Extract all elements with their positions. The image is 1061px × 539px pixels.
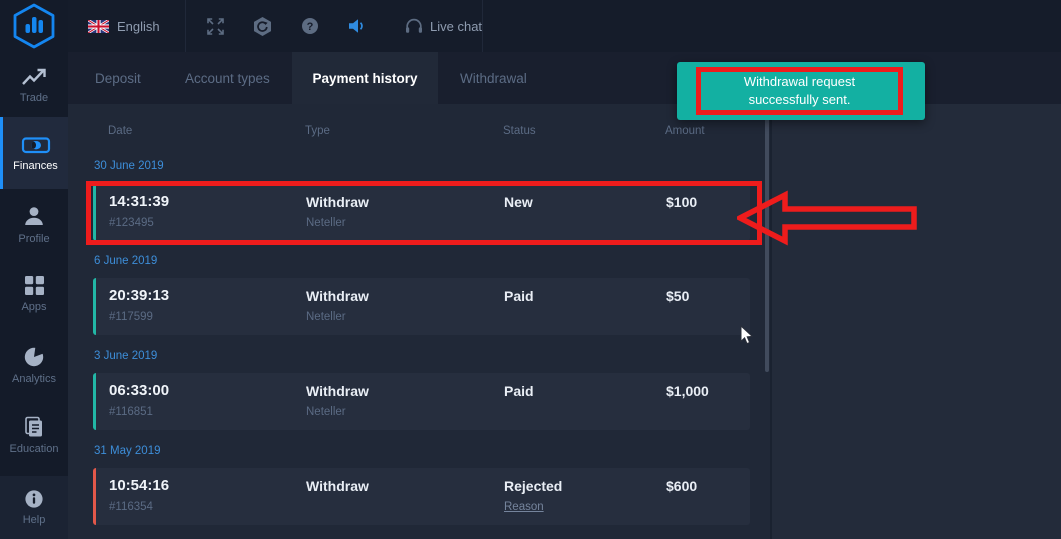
toast-highlight-annotation: Withdrawal request successfully sent. [696,67,903,115]
date-group-label: 3 June 2019 [94,350,157,362]
app-logo[interactable] [12,3,56,49]
sidebar: Trade Finances Profile [0,0,68,539]
payment-row[interactable]: 14:31:39 #123495 Withdraw Neteller New $… [93,184,750,241]
topbar: English ? [68,0,1061,52]
payment-amount: $50 [666,288,689,304]
panel-divider [770,104,772,539]
payment-id: #117599 [109,311,153,323]
cashback-button[interactable] [252,0,273,52]
logo-hexagon-icon [12,3,56,49]
speaker-icon [348,18,367,34]
sidebar-item-label: Profile [18,233,49,245]
toast-message: Withdrawal request successfully sent. [710,73,890,108]
language-label: English [117,19,160,34]
payment-time: 14:31:39 [109,193,169,210]
finances-icon [21,135,51,155]
col-header-date: Date [108,125,132,137]
sidebar-item-label: Finances [13,160,58,172]
col-header-amount: Amount [665,125,705,137]
trade-icon [21,67,47,87]
sidebar-item-profile[interactable]: Profile [0,193,68,255]
headset-icon [405,18,423,35]
payment-status: Rejected [504,478,562,494]
app-window: Trade Finances Profile [0,0,1061,539]
fullscreen-button[interactable] [207,0,224,52]
payment-id: #116851 [109,406,153,418]
payment-amount: $600 [666,478,697,494]
payment-type: Withdraw [306,383,369,399]
question-icon: ? [301,17,319,35]
topbar-divider [482,0,483,52]
analytics-icon [23,346,45,368]
sidebar-item-help[interactable]: Help [0,476,68,539]
payment-amount: $1,000 [666,383,709,399]
svg-text:?: ? [307,21,314,33]
sidebar-item-trade[interactable]: Trade [0,56,68,114]
sidebar-item-label: Help [23,514,46,526]
sidebar-item-label: Trade [20,92,48,104]
payment-type: Withdraw [306,194,369,210]
uk-flag-icon [88,20,109,33]
payment-time: 10:54:16 [109,477,169,494]
help-icon [24,489,44,509]
payment-status: Paid [504,383,534,399]
payment-status: New [504,194,533,210]
payment-history-panel: Date Type Status Amount 30 June 2019 14:… [68,104,770,539]
date-group-label: 31 May 2019 [94,445,161,457]
tab-payment-history[interactable]: Payment history [292,52,438,104]
payment-type: Withdraw [306,478,369,494]
apps-icon [24,275,45,296]
education-icon [23,416,45,438]
tab-deposit[interactable]: Deposit [95,52,141,104]
payment-method: Neteller [306,406,346,418]
sidebar-item-analytics[interactable]: Analytics [0,334,68,396]
payment-status: Paid [504,288,534,304]
payment-id: #123495 [109,217,154,229]
payment-row[interactable]: 06:33:00 #116851 Withdraw Neteller Paid … [93,373,750,430]
sidebar-item-label: Analytics [12,373,56,385]
payment-row[interactable]: 20:39:13 #117599 Withdraw Neteller Paid … [93,278,750,335]
col-header-status: Status [503,125,536,137]
sidebar-item-label: Apps [21,301,46,313]
payment-amount: $100 [666,194,697,210]
date-group-label: 6 June 2019 [94,255,157,267]
tab-withdrawal[interactable]: Withdrawal [460,52,527,104]
vertical-scrollbar[interactable] [765,112,769,372]
sidebar-item-label: Education [10,443,59,455]
rejection-reason-link[interactable]: Reason [504,501,544,513]
live-chat-label: Live chat [430,19,482,34]
payment-method: Neteller [306,217,346,229]
hexagon-refresh-icon [252,16,273,37]
payment-id: #116354 [109,501,153,513]
payment-type: Withdraw [306,288,369,304]
fullscreen-icon [207,18,224,35]
live-chat-button[interactable]: Live chat [405,0,482,52]
language-selector[interactable]: English [88,0,160,52]
sidebar-item-finances[interactable]: Finances [0,117,68,189]
chart-area-panel [772,104,1061,539]
payment-row[interactable]: 10:54:16 #116354 Withdraw Rejected Reaso… [93,468,750,525]
tab-account-types[interactable]: Account types [185,52,270,104]
help-topbar-button[interactable]: ? [301,0,319,52]
date-group-label: 30 June 2019 [94,160,164,172]
sound-button[interactable] [348,0,367,52]
topbar-divider [185,0,186,52]
col-header-type: Type [305,125,330,137]
payment-method: Neteller [306,311,346,323]
withdrawal-success-toast: Withdrawal request successfully sent. [677,62,925,120]
sidebar-item-apps[interactable]: Apps [0,263,68,325]
profile-icon [22,204,46,228]
payment-time: 20:39:13 [109,287,169,304]
payment-time: 06:33:00 [109,382,169,399]
sidebar-item-education[interactable]: Education [0,404,68,467]
